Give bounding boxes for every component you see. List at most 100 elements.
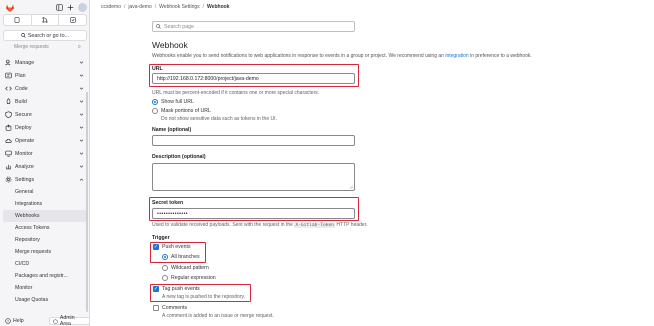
sidebar-scrollbar[interactable]	[86, 92, 88, 312]
radio-selected[interactable]	[162, 254, 168, 260]
settings-subitem-webhooks[interactable]: Webhooks	[3, 210, 87, 222]
todos-counter[interactable]	[59, 15, 86, 25]
radio-unselected[interactable]	[152, 108, 158, 114]
regular-expression-label: Regular expression	[171, 275, 216, 281]
integration-link[interactable]: integration	[445, 53, 468, 59]
secret-token-help: Used to validate received payloads. Sent…	[152, 222, 367, 228]
breadcrumb-item-project[interactable]: java-demo	[128, 4, 151, 10]
show-full-url-radio[interactable]: Show full URL	[152, 99, 194, 105]
help-label: Help	[13, 318, 24, 324]
cloud-icon	[5, 137, 12, 144]
help-button[interactable]: ? Help	[5, 318, 24, 324]
rocket-icon	[5, 98, 12, 105]
tag-push-events-help: A new tag is pushed to the repository.	[162, 294, 246, 300]
sidebar-item-code[interactable]: Code	[0, 82, 90, 95]
sidebar-item-label: Monitor	[15, 150, 33, 157]
sidebar-item-monitor[interactable]: Monitor	[0, 147, 90, 160]
trigger-label: Trigger	[152, 235, 170, 241]
breadcrumb-item-group[interactable]: ccsdemo	[101, 4, 121, 10]
sidebar-item-secure[interactable]: Secure	[0, 108, 90, 121]
sidebar-item-operate[interactable]: Operate	[0, 134, 90, 147]
secret-token-input[interactable]: ••••••••••••••	[152, 208, 355, 219]
sidebar-item-label: Plan	[15, 72, 26, 79]
settings-subitem-general[interactable]: General	[0, 186, 90, 198]
name-input[interactable]	[152, 135, 355, 146]
chevron-down-icon	[79, 113, 84, 116]
search-page-input[interactable]: Search page	[152, 21, 355, 32]
chevron-down-icon	[79, 87, 84, 90]
mask-url-help: Do not show sensitive data such as token…	[161, 116, 277, 122]
settings-subitem-access-tokens[interactable]: Access Tokens	[0, 222, 90, 234]
sidebar-item-label: Secure	[15, 111, 32, 118]
name-label: Name (optional)	[152, 127, 192, 133]
sidebar-item-settings[interactable]: Settings	[0, 173, 90, 186]
settings-subitem-usage-quotas[interactable]: Usage Quotas	[0, 294, 90, 306]
sidebar-nav: Manage Plan Code Build Secure Deploy Operate Mo…	[0, 56, 90, 306]
comments-label: Comments	[162, 305, 188, 311]
checkbox-checked[interactable]: ✓	[153, 286, 159, 292]
breadcrumb: ccsdemo / java-demo / Webhook Settings /…	[101, 3, 229, 11]
admin-icon	[53, 318, 58, 324]
sidebar-item-label: Manage	[15, 59, 35, 66]
regular-expression-radio[interactable]: Regular expression	[162, 275, 216, 281]
sidebar-item-label: Analyze	[15, 163, 34, 170]
gitlab-logo-icon[interactable]	[5, 3, 15, 13]
radio-unselected[interactable]	[162, 275, 168, 281]
url-label: URL	[152, 66, 163, 72]
sidebar-faded-count: 0	[78, 44, 81, 49]
sidebar-item-plan[interactable]: Plan	[0, 69, 90, 82]
chevron-down-icon	[79, 152, 84, 155]
settings-subitem-repository[interactable]: Repository	[0, 234, 90, 246]
sidebar-toggle-icon[interactable]	[55, 3, 64, 12]
search-or-go-to-button[interactable]: Search or go to...	[3, 30, 87, 41]
search-or-go-to-label: Search or go to...	[27, 32, 70, 39]
admin-area-button[interactable]: Admin Area	[49, 315, 90, 326]
merge-request-icon	[42, 17, 48, 23]
url-input[interactable]: http://192.168.0.172:8000/project/java-d…	[152, 73, 355, 84]
mask-url-radio[interactable]: Mask portions of URL	[152, 108, 211, 114]
sidebar-item-manage[interactable]: Manage	[0, 56, 90, 69]
tag-push-events-label: Tag push events	[162, 286, 200, 292]
description-textarea[interactable]	[152, 163, 355, 191]
breadcrumb-item-current: Webhook	[207, 4, 230, 10]
deploy-icon	[5, 124, 12, 131]
comments-checkbox[interactable]: Comments	[153, 305, 187, 311]
sidebar-item-deploy[interactable]: Deploy	[0, 121, 90, 134]
settings-subitem-monitor[interactable]: Monitor	[0, 282, 90, 294]
settings-subitem-merge-requests[interactable]: Merge requests	[0, 246, 90, 258]
breadcrumb-separator: /	[154, 4, 157, 10]
tag-push-events-checkbox[interactable]: ✓ Tag push events	[153, 286, 200, 292]
secret-token-label: Secret token	[152, 200, 184, 206]
sidebar-faded-item[interactable]: Merge requests	[14, 44, 49, 50]
all-branches-radio[interactable]: All branches	[162, 254, 200, 260]
users-icon	[5, 59, 12, 66]
checkbox-checked[interactable]: ✓	[153, 244, 159, 250]
breadcrumb-item-webhook-settings[interactable]: Webhook Settings	[159, 4, 200, 10]
sidebar-item-analyze[interactable]: Analyze	[0, 160, 90, 173]
settings-subitem-ci-cd[interactable]: CI/CD	[0, 258, 90, 270]
checkbox-unchecked[interactable]	[153, 305, 159, 311]
search-page-placeholder: Search page	[164, 23, 195, 30]
plus-icon[interactable]	[66, 3, 75, 12]
page-description-text: Webhooks enable you to send notification…	[152, 53, 446, 59]
resize-handle-icon[interactable]	[349, 185, 353, 189]
avatar[interactable]	[78, 3, 87, 12]
wildcard-pattern-radio[interactable]: Wildcard pattern	[162, 265, 209, 271]
todo-icon	[69, 17, 76, 23]
page-description: Webhooks enable you to send notification…	[152, 53, 532, 59]
merge-requests-counter[interactable]	[32, 15, 60, 25]
settings-subitem-integrations[interactable]: Integrations	[0, 198, 90, 210]
sidebar-item-label: Code	[15, 85, 28, 92]
issues-counter[interactable]	[4, 15, 32, 25]
page-title: Webhook	[152, 40, 188, 50]
chevron-down-icon	[79, 100, 84, 103]
all-branches-label: All branches	[171, 254, 200, 260]
chevron-down-icon	[79, 165, 84, 168]
push-events-checkbox[interactable]: ✓ Push events	[153, 244, 191, 250]
radio-selected[interactable]	[152, 99, 158, 105]
sidebar-item-build[interactable]: Build	[0, 95, 90, 108]
settings-subitem-packages-and-registr[interactable]: Packages and registr...	[0, 270, 90, 282]
radio-unselected[interactable]	[162, 265, 168, 271]
svg-text:?: ?	[7, 319, 9, 323]
page-description-text-end: in preference to a webhook.	[468, 53, 532, 59]
